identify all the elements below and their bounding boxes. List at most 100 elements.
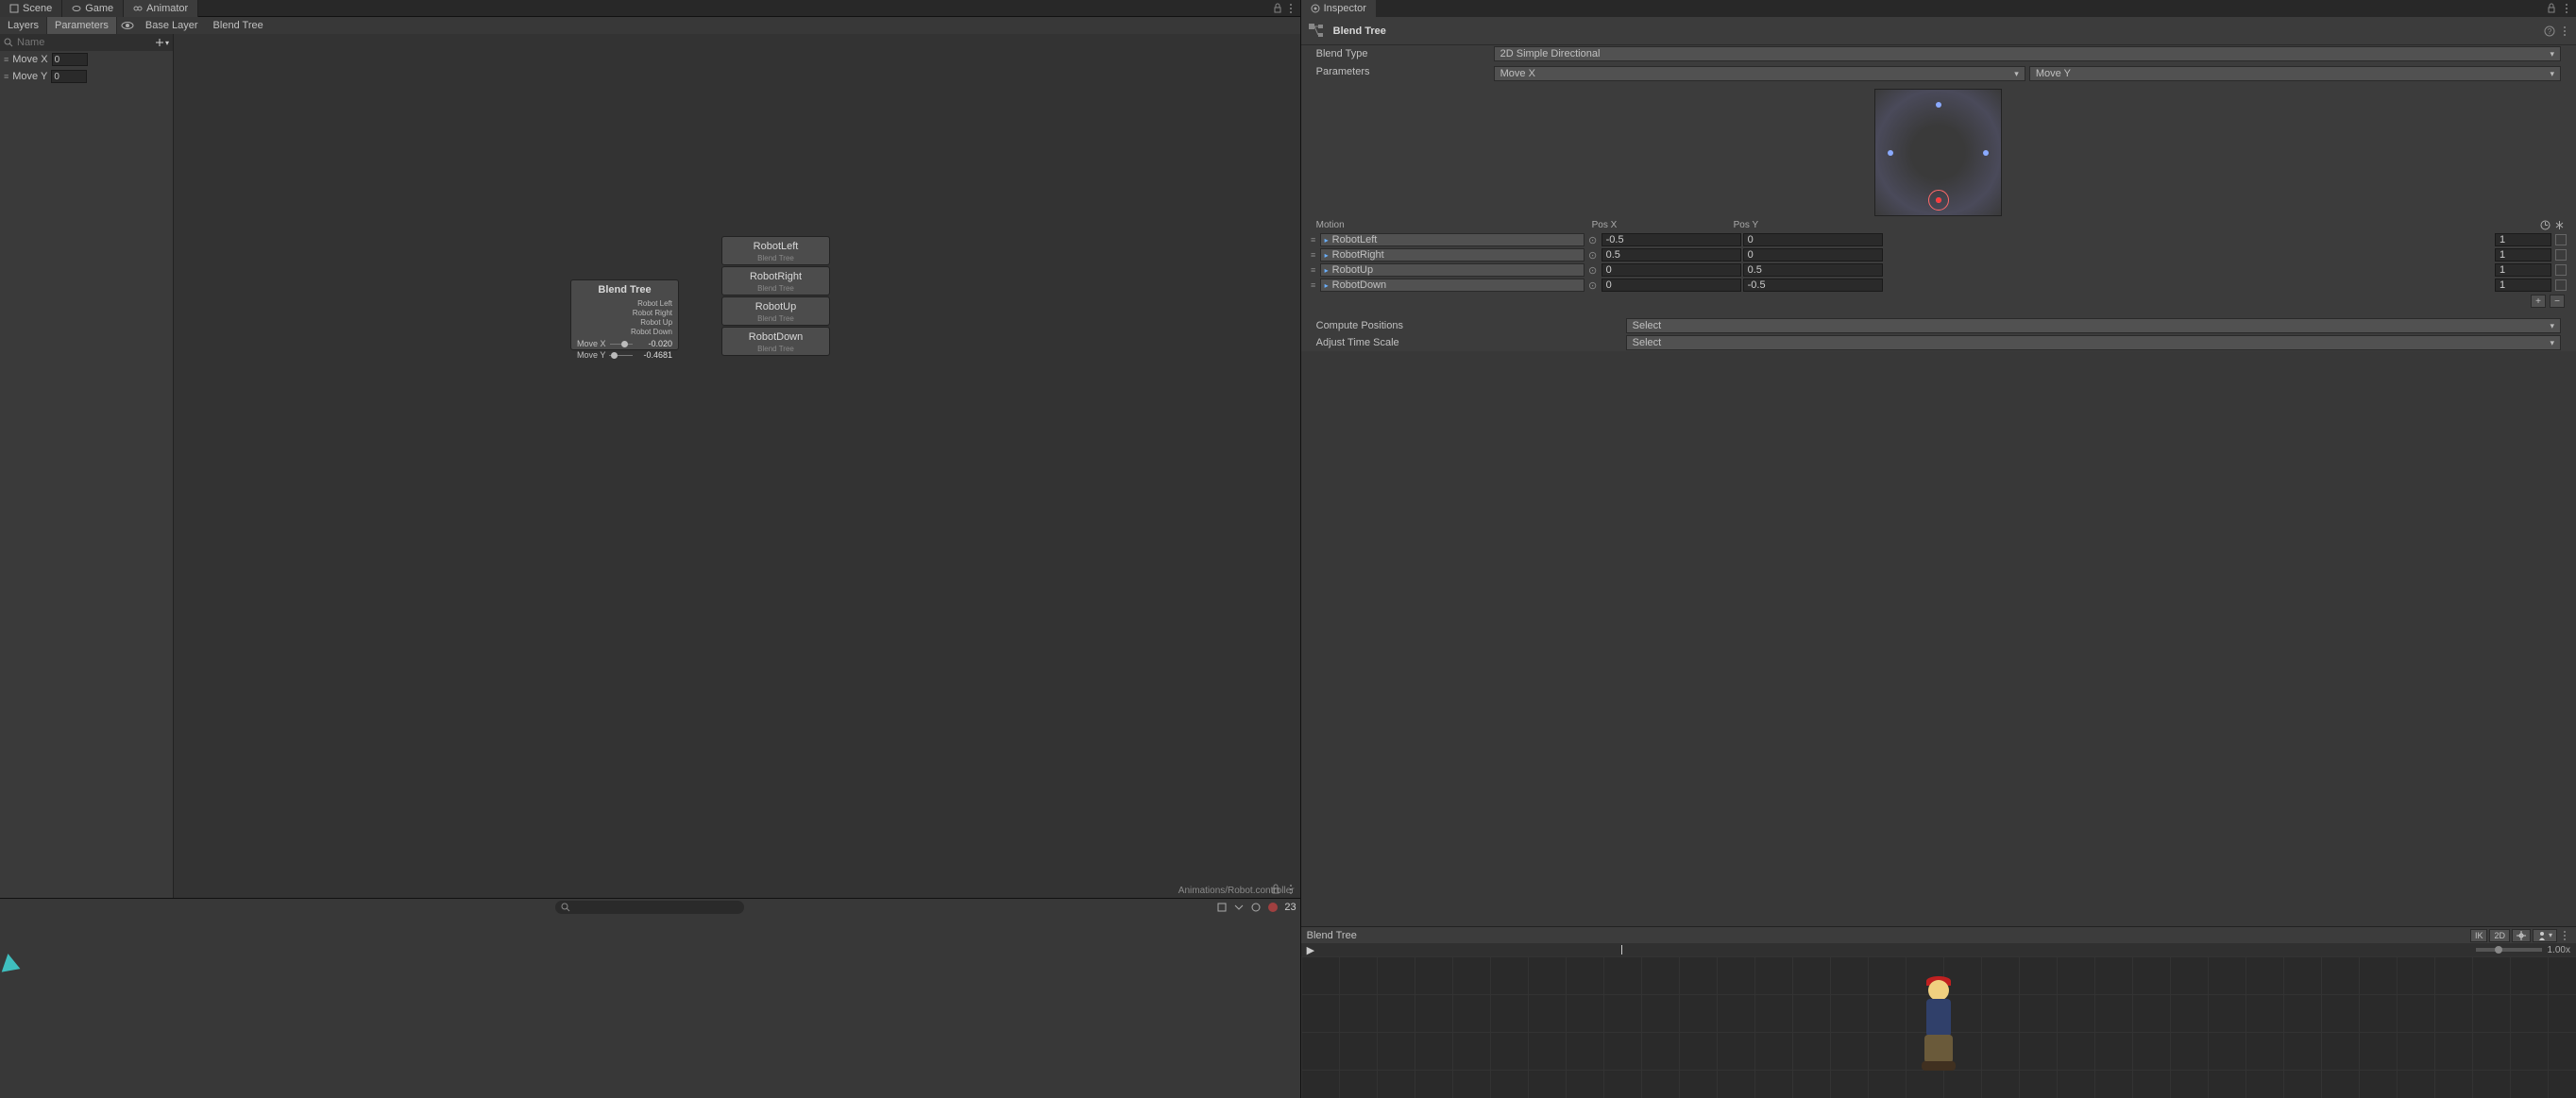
ik-toggle[interactable]: IK <box>2470 929 2488 942</box>
console-search[interactable] <box>555 901 744 914</box>
parameters-toggle[interactable]: Parameters <box>47 17 117 34</box>
pos-x-field[interactable]: -0.5 <box>1602 233 1741 246</box>
node-movex-slider[interactable] <box>610 341 633 346</box>
play-button[interactable]: ▶ <box>1307 944 1316 956</box>
zoom-slider[interactable] <box>2476 948 2542 952</box>
mirror-checkbox[interactable] <box>2555 234 2567 245</box>
tab-animator[interactable]: Animator <box>124 0 198 17</box>
motion-row[interactable]: ≡▸RobotDown⊙0-0.5 1 <box>1309 278 2568 293</box>
lock-icon[interactable] <box>1270 884 1281 895</box>
timeline-track[interactable] <box>1324 945 2468 954</box>
tab-game[interactable]: Game <box>62 0 124 17</box>
motion-node[interactable]: RobotLeftBlend Tree <box>721 236 830 265</box>
add-parameter-dropdown-icon[interactable]: ▾ <box>165 39 169 47</box>
add-parameter-button[interactable] <box>155 38 164 47</box>
kebab-icon[interactable] <box>2559 25 2570 37</box>
blend-square[interactable] <box>1874 89 2002 216</box>
parameter-row[interactable]: ≡ Move X <box>0 51 173 68</box>
pos-x-field[interactable]: 0 <box>1602 279 1741 292</box>
object-picker-icon[interactable]: ⊙ <box>1586 264 1600 277</box>
2d-toggle[interactable]: 2D <box>2489 929 2510 942</box>
console-error-icon[interactable] <box>1267 902 1279 913</box>
motion-node-name: RobotRight <box>722 269 829 284</box>
pos-y-field[interactable]: 0 <box>1743 233 1883 246</box>
mirror-checkbox[interactable] <box>2555 249 2567 261</box>
timeline-playhead[interactable] <box>1621 945 1622 954</box>
pos-y-field[interactable]: 0 <box>1743 248 1883 262</box>
object-picker-icon[interactable]: ⊙ <box>1586 279 1600 292</box>
motion-clip-field[interactable]: ▸RobotLeft <box>1320 233 1585 246</box>
mirror-checkbox[interactable] <box>2555 264 2567 276</box>
motion-clip-field[interactable]: ▸RobotUp <box>1320 263 1585 277</box>
avatar-dropdown[interactable]: ▾ <box>2533 929 2557 942</box>
mirror-checkbox[interactable] <box>2555 279 2567 291</box>
pivot-toggle[interactable] <box>2512 929 2531 942</box>
motion-clip-field[interactable]: ▸RobotDown <box>1320 279 1585 292</box>
lock-icon[interactable] <box>1272 3 1283 14</box>
blend-visualizer[interactable] <box>1301 85 2576 217</box>
motion-clip-field[interactable]: ▸RobotRight <box>1320 248 1585 262</box>
tab-inspector[interactable]: Inspector <box>1301 0 1376 17</box>
compute-positions-dropdown[interactable]: Select <box>1626 318 2561 333</box>
drag-handle-icon[interactable]: ≡ <box>1309 235 1318 245</box>
drag-handle-icon[interactable]: ≡ <box>1309 265 1318 275</box>
layers-toggle[interactable]: Layers <box>0 17 47 34</box>
parameter-y-dropdown[interactable]: Move Y <box>2029 66 2561 81</box>
motion-node[interactable]: RobotRightBlend Tree <box>721 266 830 296</box>
preview-header[interactable]: Blend Tree IK 2D ▾ <box>1301 926 2576 943</box>
kebab-icon[interactable] <box>1285 884 1296 895</box>
object-picker-icon[interactable]: ⊙ <box>1586 249 1600 262</box>
parameter-row[interactable]: ≡ Move Y <box>0 68 173 85</box>
animator-graph[interactable]: Blend Tree Robot Left Robot Right Robot … <box>174 34 1300 898</box>
node-movey-slider[interactable] <box>609 352 633 358</box>
speed-field[interactable]: 1 <box>2495 263 2551 277</box>
motion-row[interactable]: ≡▸RobotLeft⊙-0.50 1 <box>1309 232 2568 247</box>
console-body[interactable] <box>0 916 1300 1098</box>
pos-y-field[interactable]: 0.5 <box>1743 263 1883 277</box>
blend-type-dropdown[interactable]: 2D Simple Directional <box>1494 46 2561 61</box>
blend-cursor[interactable] <box>1928 190 1949 211</box>
parameter-value-input[interactable] <box>51 70 87 83</box>
preview-timeline[interactable]: ▶ 1.00x <box>1301 943 2576 956</box>
speed-field[interactable]: 1 <box>2495 279 2551 292</box>
motion-row[interactable]: ≡▸RobotUp⊙00.5 1 <box>1309 262 2568 278</box>
eye-icon[interactable] <box>121 19 134 32</box>
blend-point[interactable] <box>1888 150 1893 156</box>
lock-icon[interactable] <box>2546 3 2557 14</box>
drag-handle-icon[interactable]: ≡ <box>4 55 8 64</box>
console-clear-icon[interactable] <box>1250 902 1262 913</box>
node-movex-label: Move X <box>577 339 606 348</box>
object-picker-icon[interactable]: ⊙ <box>1586 234 1600 246</box>
breadcrumb-blend-tree[interactable]: Blend Tree <box>206 17 271 34</box>
remove-motion-button[interactable]: − <box>2550 295 2565 308</box>
add-motion-button[interactable]: + <box>2531 295 2546 308</box>
blend-point[interactable] <box>1936 102 1941 108</box>
drag-handle-icon[interactable]: ≡ <box>4 72 8 81</box>
breadcrumb-base-layer[interactable]: Base Layer <box>138 17 206 34</box>
pos-x-field[interactable]: 0.5 <box>1602 248 1741 262</box>
motion-node[interactable]: RobotUpBlend Tree <box>721 296 830 326</box>
speed-field[interactable]: 1 <box>2495 233 2551 246</box>
drag-handle-icon[interactable]: ≡ <box>1309 250 1318 260</box>
pos-y-field[interactable]: -0.5 <box>1743 279 1883 292</box>
console-collapse-icon[interactable] <box>1233 902 1245 913</box>
console-filter-icon[interactable] <box>1216 902 1228 913</box>
parameter-search-input[interactable] <box>17 37 151 48</box>
kebab-icon[interactable] <box>2561 3 2572 14</box>
preview-viewport[interactable] <box>1301 956 2576 1098</box>
motion-node[interactable]: RobotDownBlend Tree <box>721 327 830 356</box>
parameter-x-dropdown[interactable]: Move X <box>1494 66 2025 81</box>
blend-tree-node[interactable]: Blend Tree Robot Left Robot Right Robot … <box>570 279 679 350</box>
motion-row[interactable]: ≡▸RobotRight⊙0.50 1 <box>1309 247 2568 262</box>
clip-icon: ▸ <box>1325 281 1329 290</box>
speed-field[interactable]: 1 <box>2495 248 2551 262</box>
parameter-value-input[interactable] <box>52 53 88 66</box>
tab-scene[interactable]: Scene <box>0 0 62 17</box>
blend-point[interactable] <box>1983 150 1989 156</box>
kebab-icon[interactable] <box>2559 930 2570 941</box>
help-icon[interactable]: ? <box>2544 25 2555 37</box>
drag-handle-icon[interactable]: ≡ <box>1309 280 1318 290</box>
pos-x-field[interactable]: 0 <box>1602 263 1741 277</box>
kebab-icon[interactable] <box>1285 3 1296 14</box>
adjust-time-scale-dropdown[interactable]: Select <box>1626 335 2561 350</box>
